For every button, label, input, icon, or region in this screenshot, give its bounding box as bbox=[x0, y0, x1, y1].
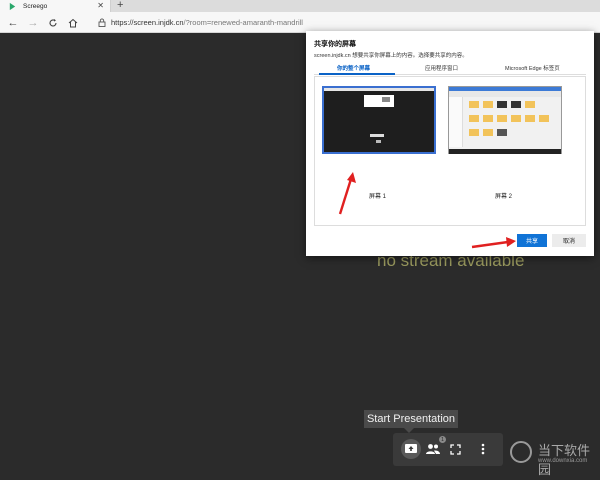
screen-2-label: 屏幕 2 bbox=[495, 194, 513, 200]
watermark-en: www.downxia.com bbox=[538, 458, 588, 464]
new-tab-icon[interactable]: + bbox=[117, 0, 123, 11]
cancel-button[interactable]: 取消 bbox=[552, 234, 586, 247]
share-tabs: 你的整个屏幕 应用程序窗口 Microsoft Edge 标签页 bbox=[314, 63, 586, 75]
active-tab-indicator bbox=[319, 73, 395, 75]
watermark: 当下软件园 www.downxia.com bbox=[510, 438, 596, 478]
tab-close-icon[interactable]: ✕ bbox=[97, 1, 104, 10]
url-text: https://screen.injdk.cn/?room=renewed-am… bbox=[111, 18, 303, 27]
reload-icon[interactable] bbox=[46, 16, 60, 30]
dialog-description: screen.injdk.cn 想要共享你屏幕上的内容。选择要共享的内容。 bbox=[314, 53, 468, 59]
watermark-logo-icon bbox=[510, 441, 532, 463]
fullscreen-button[interactable] bbox=[445, 439, 465, 459]
users-count-badge: 1 bbox=[439, 436, 446, 443]
forward-icon[interactable]: → bbox=[26, 16, 40, 30]
tab-screego[interactable]: Screego ✕ bbox=[0, 0, 111, 12]
screen-1-thumbnail[interactable] bbox=[322, 86, 436, 154]
tab-edge-tabs[interactable]: Microsoft Edge 标签页 bbox=[505, 64, 560, 72]
lock-icon bbox=[98, 18, 106, 27]
start-presentation-tooltip: Start Presentation bbox=[364, 410, 458, 428]
start-presentation-button[interactable] bbox=[401, 439, 421, 459]
more-vert-icon bbox=[481, 443, 485, 455]
tab-bar: Screego ✕ + bbox=[0, 0, 600, 12]
home-icon[interactable] bbox=[66, 16, 80, 30]
screen-2-thumbnail[interactable] bbox=[448, 86, 562, 154]
tab-entire-screen[interactable]: 你的整个屏幕 bbox=[337, 64, 370, 72]
people-icon bbox=[426, 444, 440, 454]
fullscreen-icon bbox=[449, 443, 461, 455]
presentation-controls bbox=[393, 433, 503, 466]
dialog-title: 共享你的屏幕 bbox=[314, 41, 356, 48]
more-options-button[interactable] bbox=[473, 439, 493, 459]
share-screen-dialog: 共享你的屏幕 screen.injdk.cn 想要共享你屏幕上的内容。选择要共享… bbox=[306, 31, 594, 256]
browser-toolbar: ← → https://screen.injdk.cn/?room=renewe… bbox=[0, 12, 600, 33]
back-icon[interactable]: ← bbox=[6, 16, 20, 30]
share-button[interactable]: 共享 bbox=[517, 234, 547, 247]
annotation-arrow-right-icon bbox=[471, 237, 516, 249]
annotation-arrow-up-icon bbox=[338, 172, 356, 215]
address-bar[interactable]: https://screen.injdk.cn/?room=renewed-am… bbox=[98, 16, 578, 29]
present-screen-icon bbox=[405, 444, 417, 453]
tab-title: Screego bbox=[23, 2, 48, 10]
tab-app-window[interactable]: 应用程序窗口 bbox=[425, 64, 458, 72]
screego-favicon-icon bbox=[9, 2, 16, 10]
screen-1-label: 屏幕 1 bbox=[369, 194, 387, 200]
